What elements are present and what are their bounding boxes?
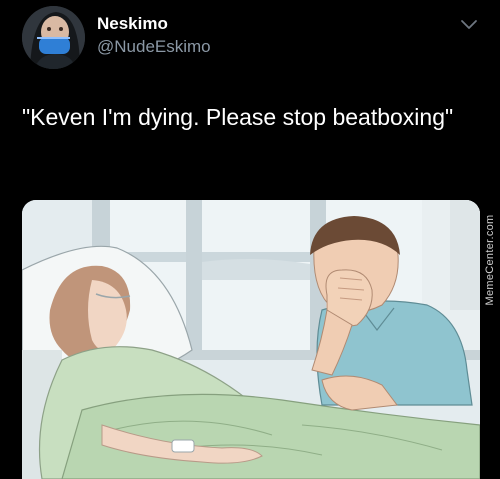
- tweet-card: Neskimo @NudeEskimo "Keven I'm dying. Pl…: [0, 0, 500, 479]
- avatar-image: [22, 6, 85, 69]
- tweet-text: "Keven I'm dying. Please stop beatboxing…: [22, 104, 454, 130]
- watermark-text: MemeCenter.com: [484, 214, 496, 306]
- chevron-down-icon[interactable]: [460, 18, 478, 32]
- avatar[interactable]: [22, 6, 85, 69]
- tweet-media-image[interactable]: [22, 200, 480, 479]
- author-handle[interactable]: @NudeEskimo: [97, 37, 211, 57]
- author-display-name[interactable]: Neskimo: [97, 14, 168, 34]
- hospital-illustration: [22, 200, 480, 479]
- watermark: MemeCenter.com: [480, 185, 500, 335]
